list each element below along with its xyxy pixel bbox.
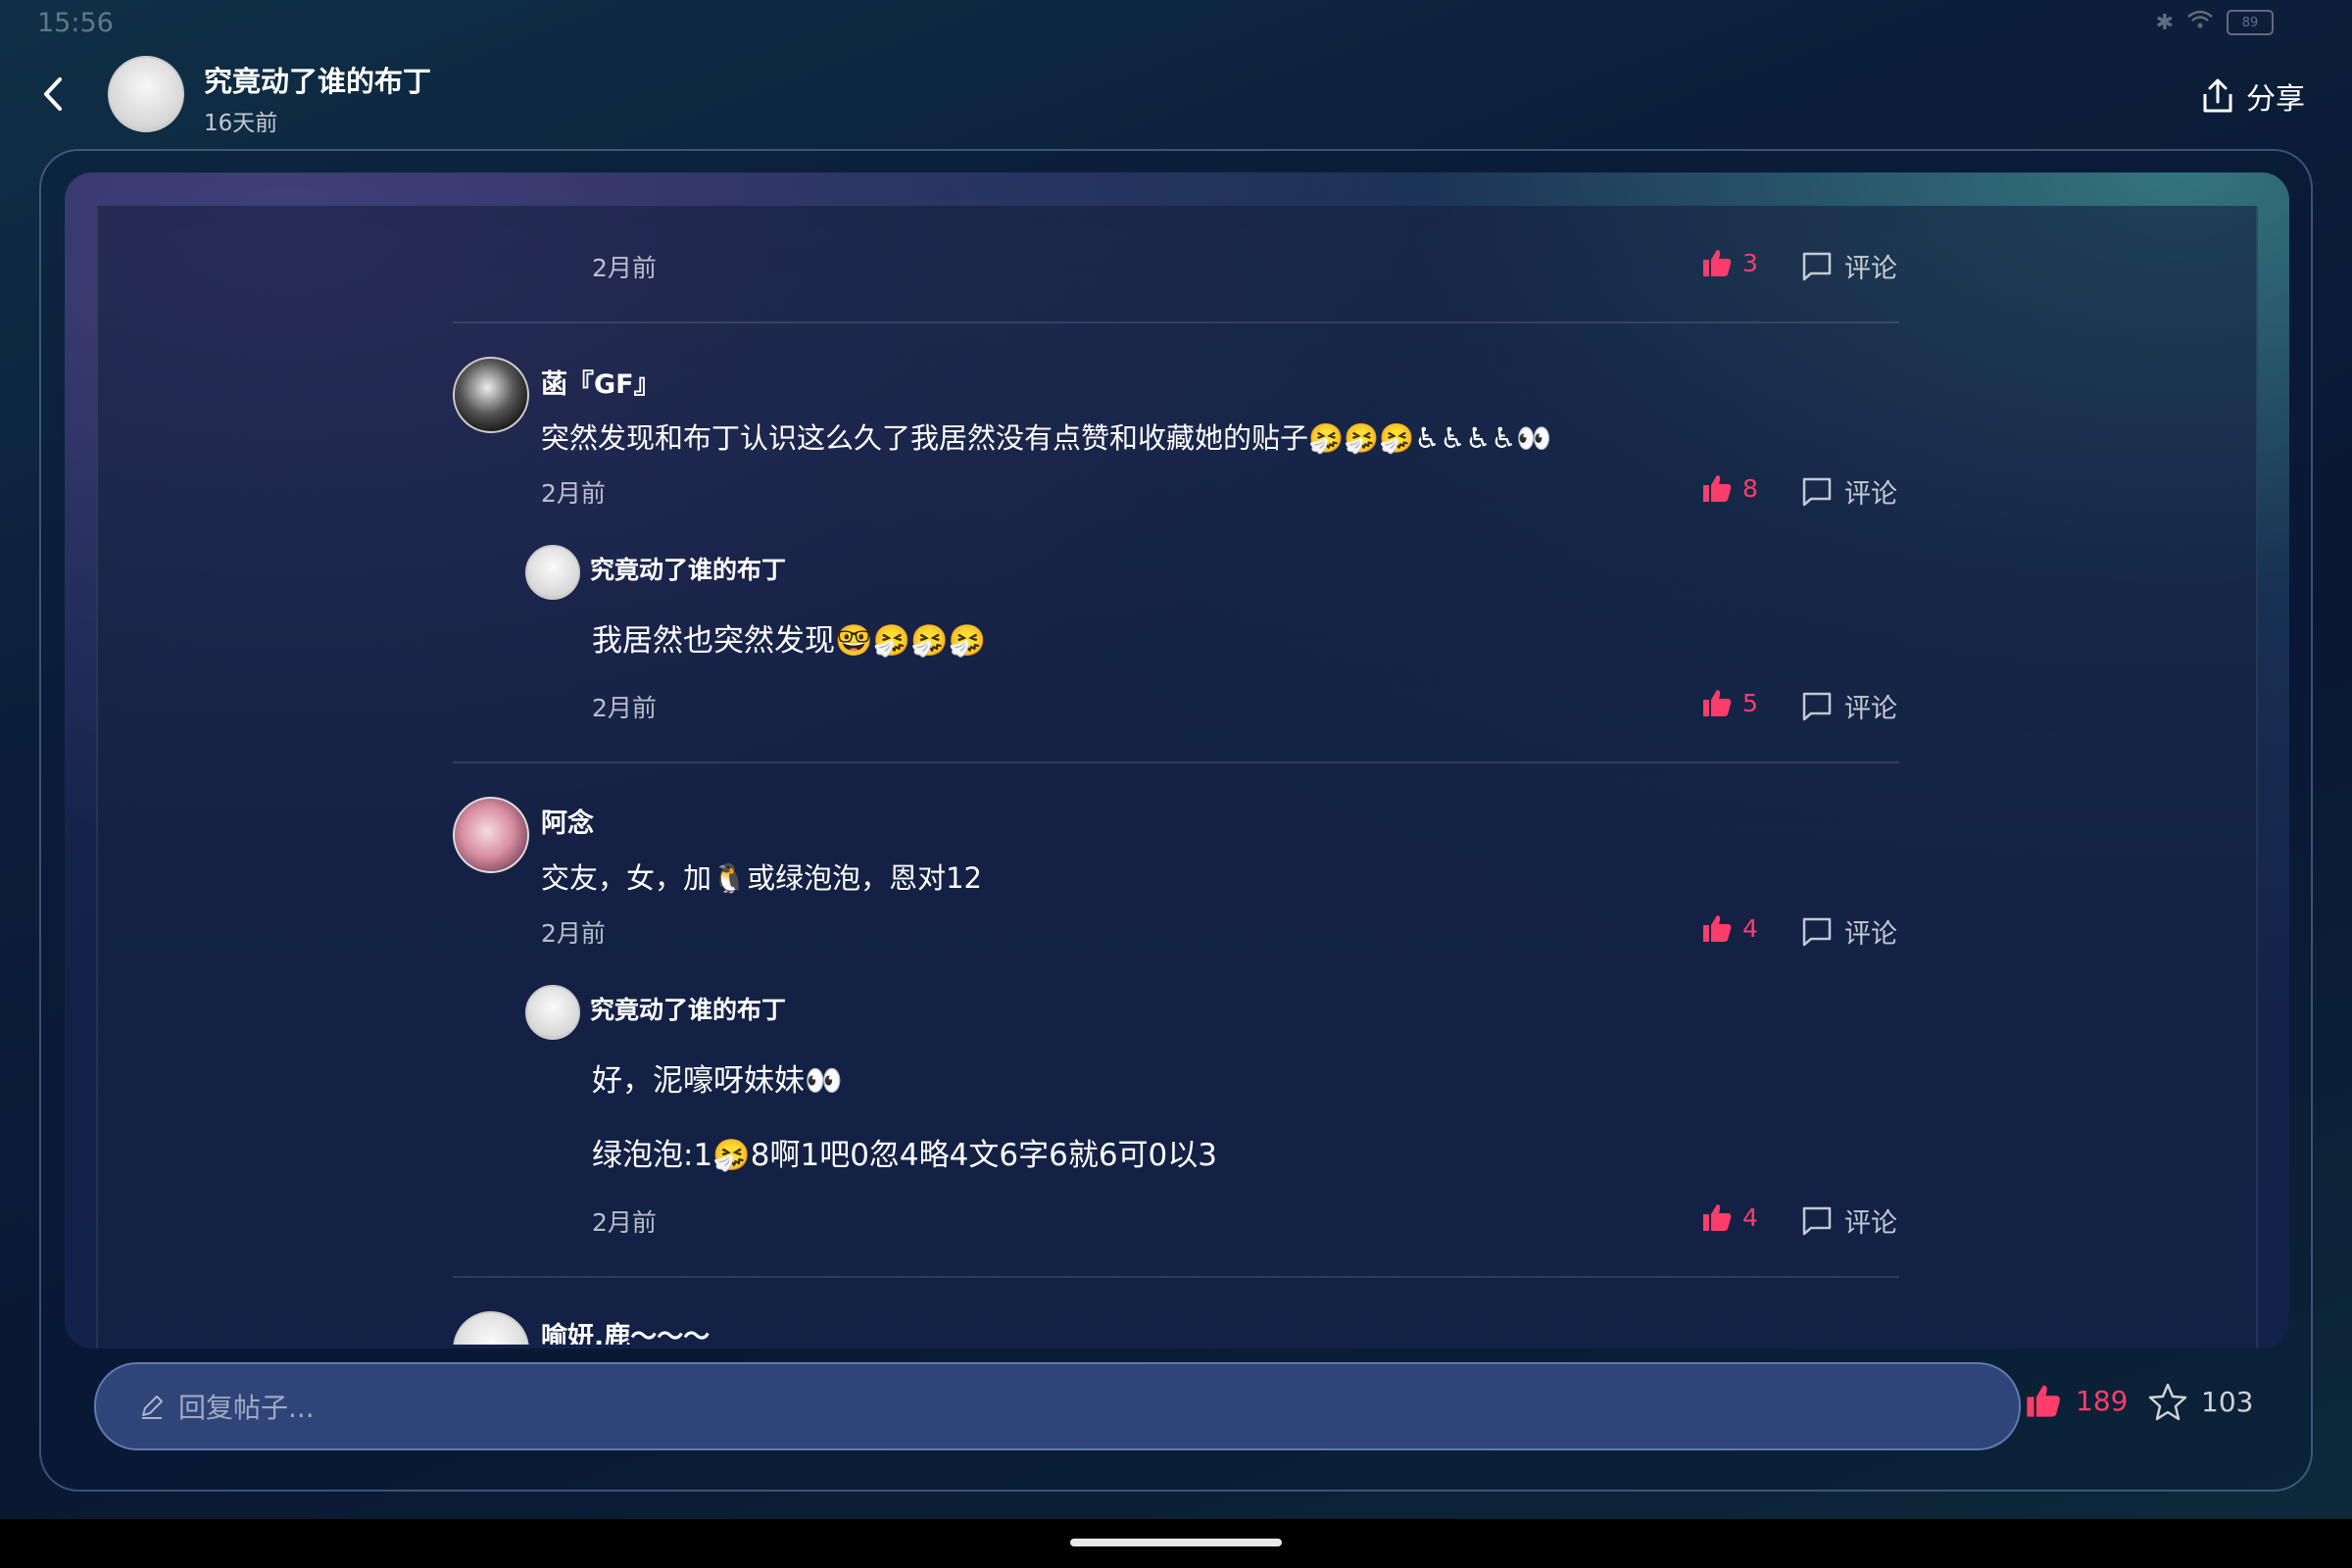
comment-label: 评论: [1844, 479, 1897, 510]
home-indicator[interactable]: [1070, 1539, 1282, 1546]
comment-icon: [1802, 252, 1832, 280]
comment-button[interactable]: 评论: [1801, 912, 1897, 951]
divider: [453, 321, 1899, 323]
comment-button[interactable]: 评论: [1801, 472, 1897, 511]
comment-icon: [1802, 917, 1832, 946]
like-button[interactable]: 5: [1701, 687, 1758, 718]
commenter-avatar[interactable]: [453, 1311, 529, 1345]
comment-time: 2月前: [541, 479, 606, 508]
thumbs-up-icon: [1703, 915, 1732, 942]
comment-icon: [1802, 692, 1832, 720]
comment-button[interactable]: 评论: [1801, 1201, 1897, 1240]
reply-bar: 回复帖子... 189 103: [55, 1345, 2293, 1466]
reply-avatar[interactable]: [525, 985, 580, 1040]
comment-icon: [1802, 477, 1832, 506]
favorite-count: 103: [2201, 1385, 2254, 1418]
like-button[interactable]: 4: [1701, 1201, 1758, 1233]
commenter-avatar[interactable]: [453, 797, 529, 873]
post-like-count: 189: [2076, 1384, 2129, 1417]
commenter-name[interactable]: 菡『GF』: [541, 363, 661, 401]
pencil-icon: [139, 1394, 165, 1419]
comment-time: 2月前: [592, 254, 657, 282]
thumbs-up-icon: [1703, 475, 1732, 502]
like-count: 4: [1742, 1202, 1758, 1232]
comment-time: 2月前: [541, 919, 606, 948]
reply-avatar[interactable]: [525, 545, 580, 600]
favorite-button[interactable]: 103: [2148, 1382, 2253, 1421]
like-count: 8: [1742, 473, 1758, 503]
divider: [453, 761, 1899, 763]
reply-author-name[interactable]: 究竟动了谁的布丁: [590, 991, 786, 1026]
comment-label: 评论: [1844, 1208, 1897, 1239]
like-count: 4: [1742, 913, 1758, 943]
comment-button[interactable]: 评论: [1801, 687, 1897, 725]
like-count: 5: [1742, 688, 1758, 717]
thumbs-up-icon: [1703, 690, 1732, 716]
comment-button[interactable]: 评论: [1801, 247, 1897, 285]
post-like-button[interactable]: 189: [2025, 1382, 2128, 1419]
comment-icon: [1802, 1206, 1832, 1235]
reply-input[interactable]: 回复帖子...: [94, 1362, 2021, 1450]
comment-list[interactable]: 2月前 3 评论 菡『GF』 突然发现和布丁认识这么久了我居然没有点赞和收藏她的…: [0, 0, 2352, 1345]
reply-text: 我居然也突然发现🤓🤧🤧🤧: [592, 623, 987, 659]
like-button[interactable]: 4: [1701, 912, 1758, 944]
commenter-avatar[interactable]: [453, 357, 529, 433]
comment-label: 评论: [1844, 694, 1897, 724]
comment-text: 突然发现和布丁认识这么久了我居然没有点赞和收藏她的贴子🤧🤧🤧♿♿♿♿👀: [541, 421, 1552, 455]
thumbs-up-icon: [1703, 250, 1732, 276]
reply-placeholder: 回复帖子...: [178, 1392, 315, 1424]
comment-label: 评论: [1844, 919, 1897, 950]
reply-time: 2月前: [592, 1208, 657, 1237]
commenter-name[interactable]: 阿念: [541, 802, 594, 840]
divider: [453, 1276, 1899, 1278]
reply-time: 2月前: [592, 694, 657, 722]
commenter-name[interactable]: 喻妍.鹿〜〜〜: [541, 1315, 710, 1345]
like-button[interactable]: 3: [1701, 247, 1758, 278]
like-button[interactable]: 8: [1701, 472, 1758, 504]
comment-text: 交友，女，加🐧或绿泡泡，恩对12: [541, 861, 983, 895]
thumbs-up-icon: [2027, 1385, 2060, 1417]
reply-text: 绿泡泡:1🤧8啊1吧0忽4略4文6字6就6可0以3: [592, 1138, 1217, 1173]
like-count: 3: [1742, 248, 1758, 277]
thumbs-up-icon: [1703, 1204, 1732, 1231]
star-icon: [2148, 1383, 2187, 1421]
comment-label: 评论: [1844, 254, 1897, 284]
reply-author-name[interactable]: 究竟动了谁的布丁: [590, 551, 786, 586]
reply-text: 好，泥嚎呀妹妹👀: [592, 1063, 843, 1099]
